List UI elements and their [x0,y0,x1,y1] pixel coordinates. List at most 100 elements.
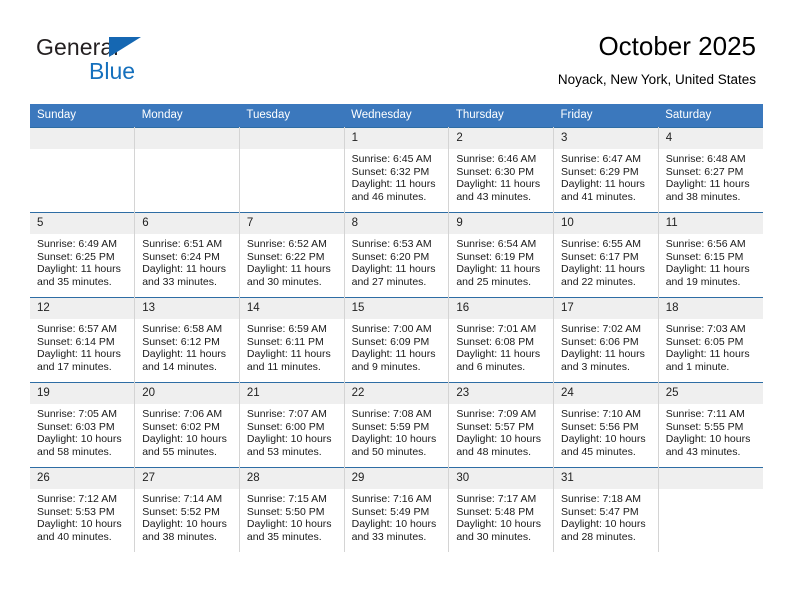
calendar-day-cell[interactable]: 29 Sunrise: 7:16 AM Sunset: 5:49 PM Dayligh… [344,467,450,552]
sunset-time: Sunset: 6:15 PM [665,250,744,263]
calendar-body: 1 Sunrise: 6:45 AM Sunset: 6:32 PM Daylight… [30,127,763,552]
sunset-time: Sunset: 6:11 PM [246,335,324,348]
daylight-duration-line-1: Daylight: 11 hours [665,178,750,191]
sunset-time: Sunset: 6:19 PM [456,250,534,263]
daylight-duration-line-2: and 50 minutes. [351,445,427,458]
day-details: Sunrise: 6:56 AM Sunset: 6:15 PM Daylight:… [659,234,763,288]
calendar-day-cell[interactable]: 26 Sunrise: 7:12 AM Sunset: 5:53 PM Dayligh… [30,467,136,552]
calendar-day-cell[interactable]: 7 Sunrise: 6:52 AM Sunset: 6:22 PM Daylight… [239,212,345,298]
calendar-day-cell[interactable]: 10 Sunrise: 6:55 AM Sunset: 6:17 PM Dayligh… [553,212,659,298]
day-number: 16 [449,298,554,319]
day-number: 13 [135,298,239,319]
calendar-day-cell[interactable]: 9 Sunrise: 6:54 AM Sunset: 6:19 PM Daylight… [448,212,555,298]
calendar-day-cell[interactable]: 31 Sunrise: 7:18 AM Sunset: 5:47 PM Dayligh… [553,467,659,552]
sunset-time: Sunset: 6:05 PM [665,335,744,348]
sunset-time: Sunset: 5:59 PM [351,420,430,433]
calendar-day-cell-empty [134,127,240,213]
day-number: 8 [344,213,449,234]
calendar-day-cell[interactable]: 27 Sunrise: 7:14 AM Sunset: 5:52 PM Dayligh… [134,467,240,552]
weekday-header-wednesday: Wednesday [344,104,449,128]
calendar-day-cell[interactable]: 20 Sunrise: 7:06 AM Sunset: 6:02 PM Dayligh… [134,382,240,468]
page-header: General Blue October 2025 Noyack, New Yo… [0,0,792,104]
daylight-duration-line-1: Daylight: 10 hours [351,518,437,531]
sunrise-time: Sunrise: 7:00 AM [351,323,432,335]
daylight-duration-line-1: Daylight: 11 hours [561,348,645,361]
daylight-duration-line-1: Daylight: 11 hours [246,348,331,361]
sunset-time: Sunset: 6:24 PM [142,250,220,263]
calendar-day-cell[interactable]: 2 Sunrise: 6:46 AM Sunset: 6:30 PM Daylight… [448,127,555,213]
daylight-duration-line-2: and 25 minutes. [456,275,532,288]
daylight-duration-line-1: Daylight: 10 hours [561,518,646,531]
calendar-week-row: 26 Sunrise: 7:12 AM Sunset: 5:53 PM Dayligh… [30,467,763,552]
calendar-week-row: 1 Sunrise: 6:45 AM Sunset: 6:32 PM Daylight… [30,127,763,213]
sunset-time: Sunset: 6:02 PM [142,420,220,433]
sunset-time: Sunset: 6:06 PM [561,335,639,348]
daylight-duration-line-1: Daylight: 11 hours [665,263,750,276]
daylight-duration-line-1: Daylight: 11 hours [37,263,121,276]
sunset-time: Sunset: 6:08 PM [456,335,534,348]
sunrise-time: Sunrise: 7:02 AM [561,323,641,335]
daylight-duration-line-1: Daylight: 11 hours [456,263,541,276]
calendar-day-cell[interactable]: 19 Sunrise: 7:05 AM Sunset: 6:03 PM Dayligh… [30,382,136,468]
daylight-duration-line-2: and 6 minutes. [456,360,526,373]
calendar-day-cell[interactable]: 17 Sunrise: 7:02 AM Sunset: 6:06 PM Dayligh… [553,297,659,383]
day-number: 4 [658,128,763,149]
sunrise-time: Sunrise: 7:18 AM [561,493,641,505]
day-details: Sunrise: 7:10 AM Sunset: 5:56 PM Daylight:… [554,404,658,458]
daylight-duration-line-2: and 33 minutes. [351,530,427,543]
calendar-day-cell[interactable]: 23 Sunrise: 7:09 AM Sunset: 5:57 PM Dayligh… [448,382,555,468]
calendar-day-cell[interactable]: 18 Sunrise: 7:03 AM Sunset: 6:05 PM Dayligh… [658,297,763,383]
sunrise-time: Sunrise: 7:07 AM [246,408,327,420]
general-blue-logo[interactable]: General Blue [36,34,256,88]
day-details: Sunrise: 7:17 AM Sunset: 5:48 PM Daylight:… [449,489,553,543]
calendar-day-cell[interactable]: 8 Sunrise: 6:53 AM Sunset: 6:20 PM Daylight… [344,212,450,298]
calendar-day-cell[interactable]: 14 Sunrise: 6:59 AM Sunset: 6:11 PM Dayligh… [239,297,345,383]
day-details: Sunrise: 7:06 AM Sunset: 6:02 PM Daylight:… [135,404,239,458]
sunrise-time: Sunrise: 7:12 AM [37,493,117,505]
calendar-day-cell[interactable]: 28 Sunrise: 7:15 AM Sunset: 5:50 PM Dayligh… [239,467,345,552]
sunset-time: Sunset: 6:30 PM [456,165,534,178]
calendar-day-cell[interactable]: 13 Sunrise: 6:58 AM Sunset: 6:12 PM Dayligh… [134,297,240,383]
day-number: 20 [135,383,239,404]
daylight-duration-line-2: and 28 minutes. [561,530,636,543]
sunset-time: Sunset: 5:56 PM [561,420,639,433]
sunset-time: Sunset: 5:50 PM [246,505,325,518]
calendar-day-cell[interactable]: 5 Sunrise: 6:49 AM Sunset: 6:25 PM Daylight… [30,212,136,298]
day-details: Sunrise: 7:07 AM Sunset: 6:00 PM Daylight:… [240,404,344,458]
calendar-day-cell[interactable]: 12 Sunrise: 6:57 AM Sunset: 6:14 PM Dayligh… [30,297,136,383]
calendar-day-cell[interactable]: 21 Sunrise: 7:07 AM Sunset: 6:00 PM Dayligh… [239,382,345,468]
day-number: 7 [239,213,344,234]
day-number: 3 [554,128,658,149]
calendar-day-cell[interactable]: 24 Sunrise: 7:10 AM Sunset: 5:56 PM Dayligh… [553,382,659,468]
calendar-day-cell[interactable]: 4 Sunrise: 6:48 AM Sunset: 6:27 PM Daylight… [658,127,763,213]
sunrise-time: Sunrise: 6:45 AM [351,153,432,165]
day-details: Sunrise: 6:57 AM Sunset: 6:14 PM Daylight:… [30,319,134,373]
sunrise-time: Sunrise: 7:11 AM [665,408,745,420]
calendar-day-cell[interactable]: 6 Sunrise: 6:51 AM Sunset: 6:24 PM Daylight… [134,212,240,298]
sunrise-time: Sunrise: 7:01 AM [456,323,537,335]
calendar-day-cell[interactable]: 11 Sunrise: 6:56 AM Sunset: 6:15 PM Dayligh… [658,212,763,298]
calendar-day-cell[interactable]: 3 Sunrise: 6:47 AM Sunset: 6:29 PM Daylight… [553,127,659,213]
day-number: 12 [30,298,135,319]
daylight-duration-line-1: Daylight: 10 hours [246,518,332,531]
calendar-day-cell[interactable]: 15 Sunrise: 7:00 AM Sunset: 6:09 PM Dayligh… [344,297,450,383]
calendar-day-cell[interactable]: 16 Sunrise: 7:01 AM Sunset: 6:08 PM Dayligh… [448,297,555,383]
calendar-day-cell[interactable]: 25 Sunrise: 7:11 AM Sunset: 5:55 PM Dayligh… [658,382,763,468]
day-number: 18 [658,298,763,319]
daylight-duration-line-2: and 40 minutes. [37,530,112,543]
sunrise-time: Sunrise: 6:53 AM [351,238,432,250]
day-number: 10 [554,213,658,234]
sunset-time: Sunset: 6:00 PM [246,420,325,433]
calendar-day-cell[interactable]: 1 Sunrise: 6:45 AM Sunset: 6:32 PM Daylight… [344,127,450,213]
sunrise-time: Sunrise: 7:06 AM [142,408,223,420]
calendar-day-cell[interactable]: 22 Sunrise: 7:08 AM Sunset: 5:59 PM Dayligh… [344,382,450,468]
day-number: 22 [344,383,449,404]
sunrise-time: Sunrise: 6:55 AM [561,238,641,250]
sunset-time: Sunset: 5:48 PM [456,505,534,518]
sunrise-time: Sunrise: 7:10 AM [561,408,641,420]
calendar-day-cell[interactable]: 30 Sunrise: 7:17 AM Sunset: 5:48 PM Dayligh… [448,467,555,552]
daylight-duration-line-1: Daylight: 11 hours [351,263,436,276]
day-number: 23 [449,383,554,404]
day-number: 31 [554,468,658,489]
day-number: 6 [135,213,239,234]
